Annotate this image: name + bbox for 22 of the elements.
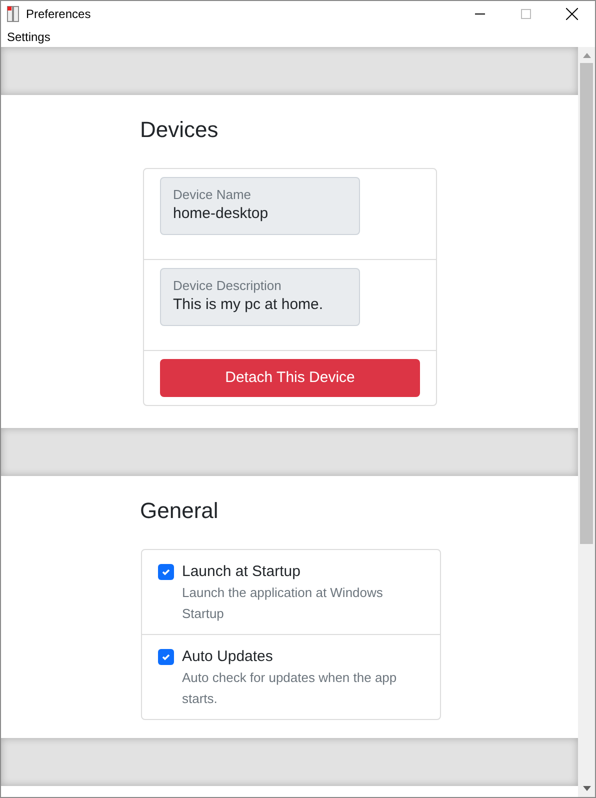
checkbox[interactable] — [158, 649, 174, 665]
option-label: Launch at Startup — [182, 562, 302, 582]
check-icon — [161, 567, 171, 577]
option-description: Launch the application at Windows Startup — [182, 584, 384, 623]
scroll-up-icon[interactable] — [582, 53, 590, 58]
checkbox[interactable] — [158, 564, 174, 580]
window-title: Preferences — [26, 6, 91, 23]
scroll-down-icon[interactable] — [582, 786, 590, 791]
scrollbar-thumb[interactable] — [580, 63, 593, 544]
maximize-icon — [521, 9, 531, 19]
option-description: Auto check for updates when the app starts. — [182, 669, 398, 708]
text-field[interactable]: Device Description This is my pc at home. — [160, 268, 360, 326]
scrollbar[interactable] — [578, 47, 595, 797]
option-label: Auto Updates — [182, 647, 274, 667]
check-icon — [161, 652, 171, 662]
section-heading: Devices — [140, 116, 220, 144]
close-icon — [566, 8, 578, 20]
text-field[interactable]: Device Name home-desktop — [160, 177, 360, 235]
app-icon — [7, 6, 19, 22]
section-heading: General — [140, 497, 220, 525]
menu-item[interactable]: Settings — [7, 28, 50, 46]
detach-button[interactable]: Detach This Device — [160, 359, 420, 397]
